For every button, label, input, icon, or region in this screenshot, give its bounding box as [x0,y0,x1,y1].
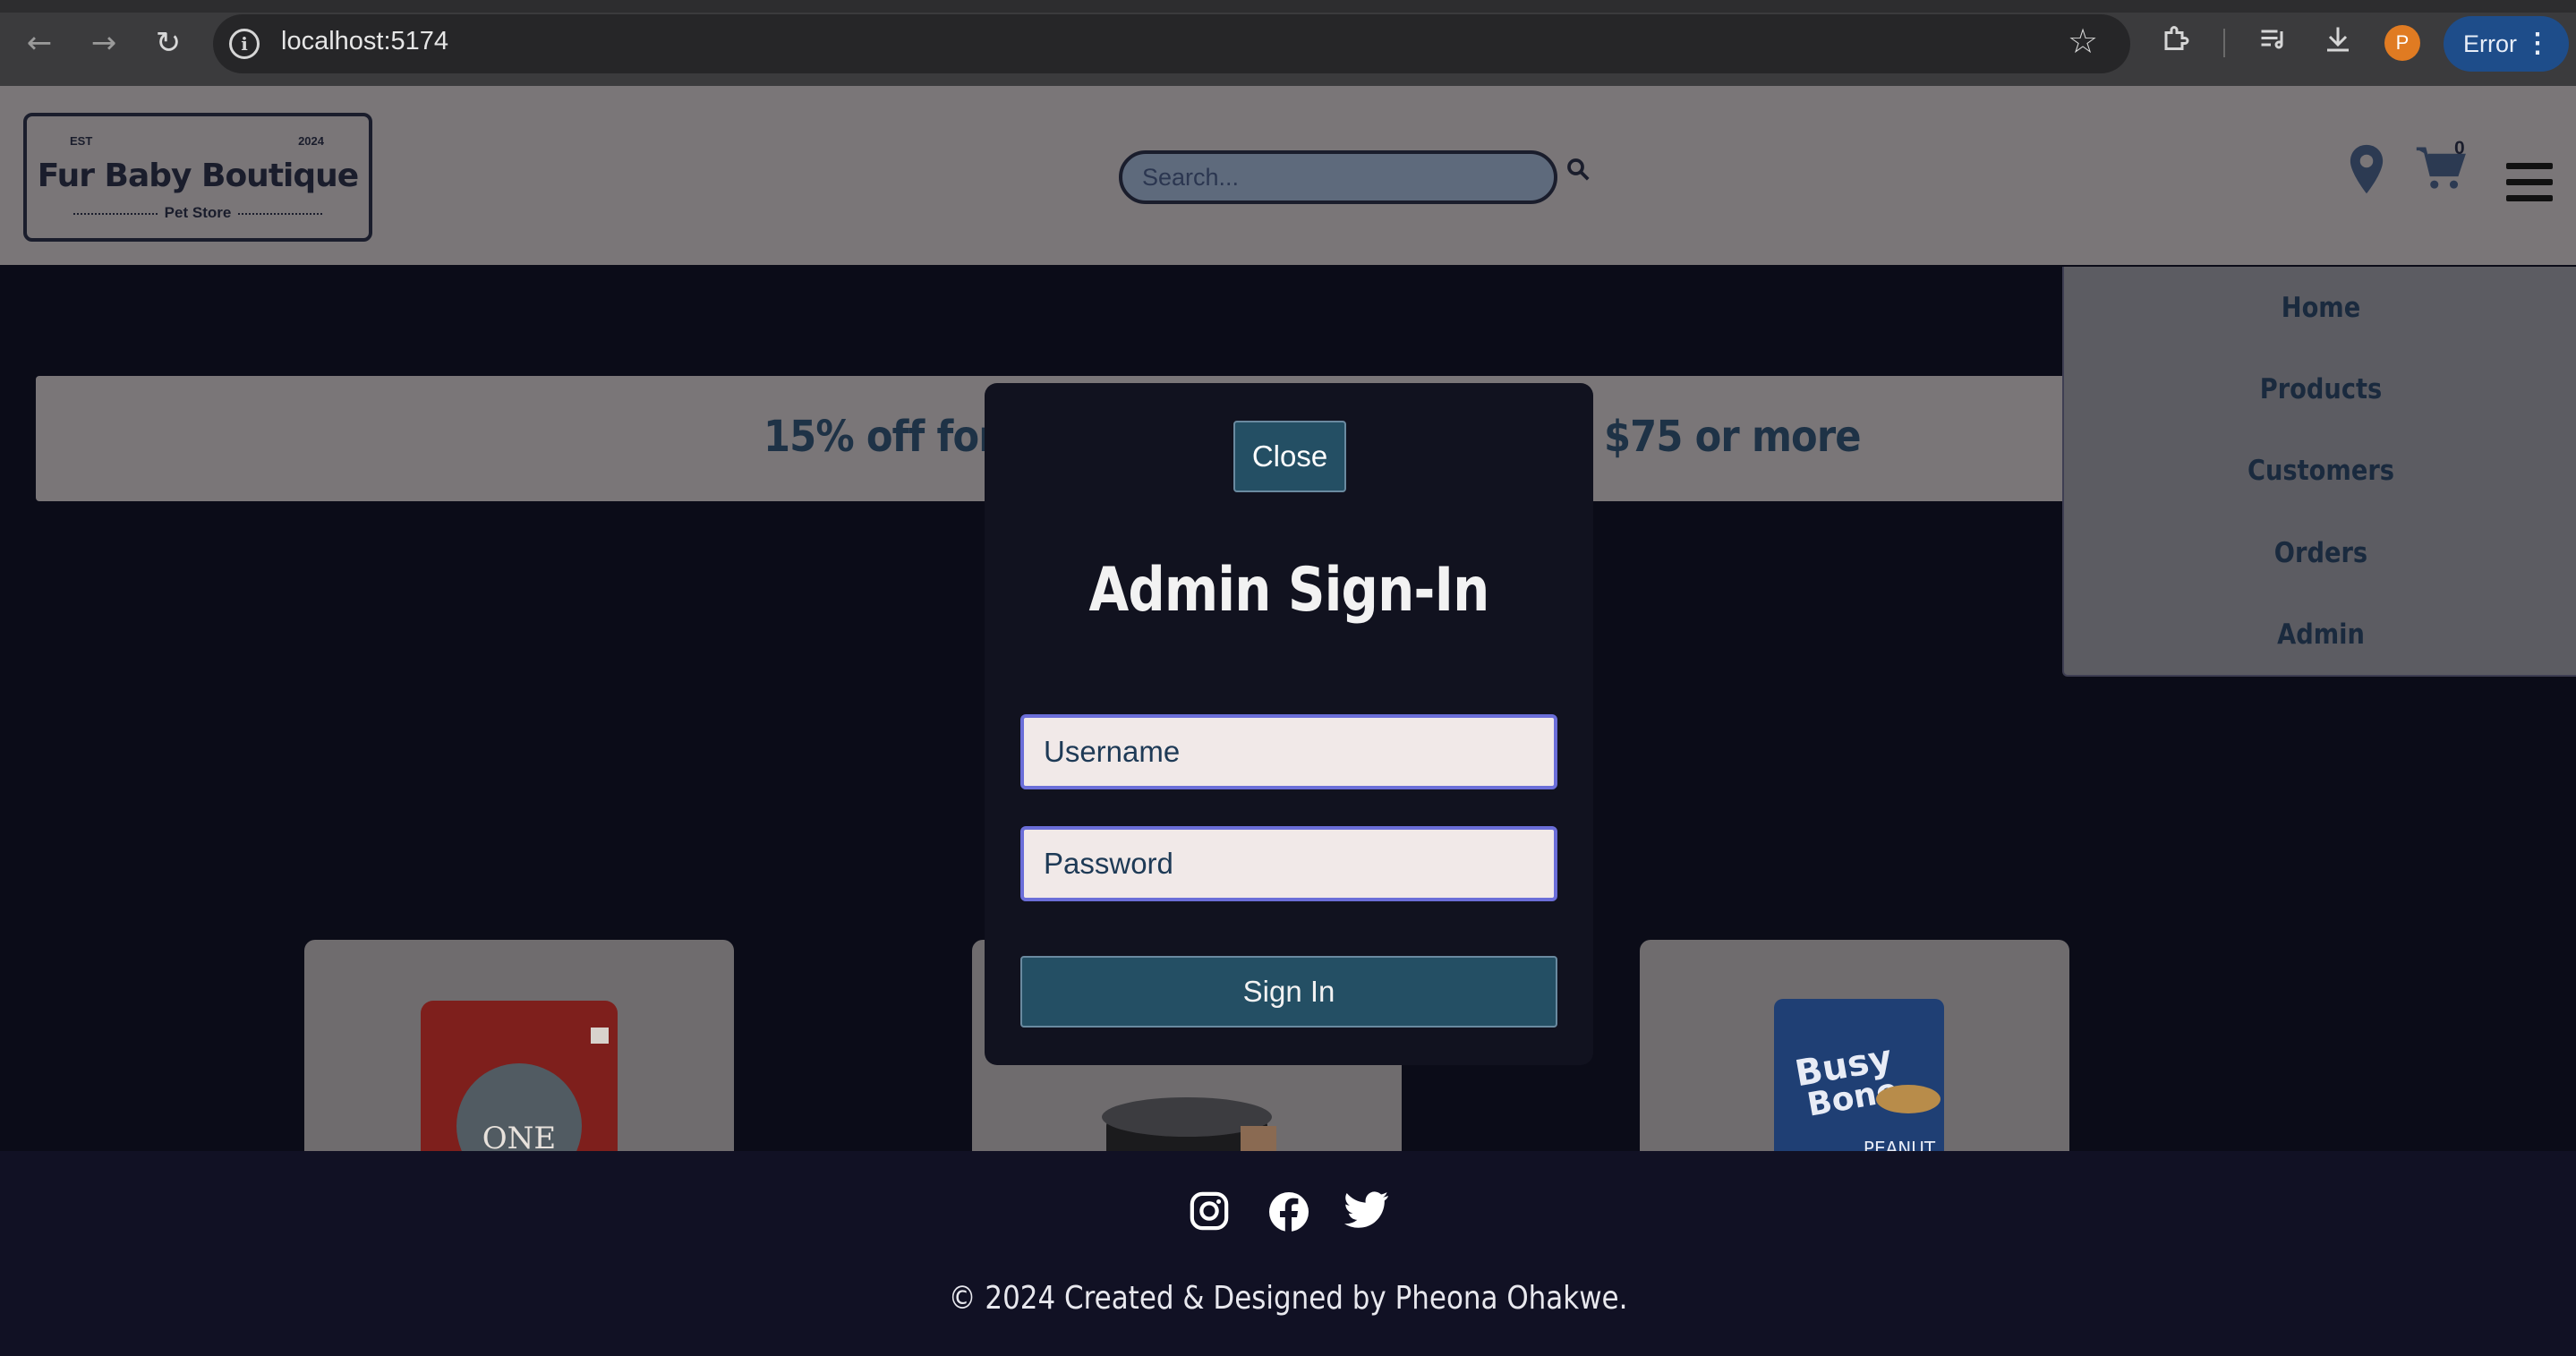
cart-count-badge: 0 [2454,138,2465,158]
password-field[interactable]: Password [1020,826,1557,901]
signin-button[interactable]: Sign In [1020,956,1557,1028]
profile-avatar[interactable]: P [2384,25,2420,61]
hamburger-menu-icon[interactable] [2506,163,2553,211]
modal-title: Admin Sign-In [1088,555,1490,626]
location-pin-icon[interactable] [2347,143,2386,200]
logo-est: EST [70,134,93,148]
bookmark-star-icon[interactable]: ☆ [2068,21,2098,61]
twitter-icon[interactable] [1344,1190,1389,1234]
facebook-icon[interactable] [1267,1190,1310,1238]
menu-item-products[interactable]: Products [2094,373,2546,405]
error-button[interactable]: Error ⋮ [2444,16,2569,72]
instagram-icon[interactable] [1189,1190,1230,1236]
media-playlist-icon[interactable] [2254,23,2293,63]
menu-item-customers[interactable]: Customers [2094,455,2546,487]
reload-icon[interactable]: ↻ [150,25,186,61]
more-menu-icon: ⋮ [2524,29,2551,58]
product-card[interactable]: ONE [304,940,734,1155]
product-image: Busy Bone PEANUT BUTTER [1774,999,1944,1155]
search-input[interactable]: Search... [1119,150,1557,204]
error-label: Error [2463,30,2517,57]
menu-item-orders[interactable]: Orders [2094,537,2546,569]
browser-toolbar: ← → ↻ i localhost:5174 ☆ P Error ⋮ [0,0,2576,86]
logo-sub-text: Pet Store [164,204,232,221]
menu-item-admin[interactable]: Admin [2094,618,2546,651]
forward-icon[interactable]: → [86,25,122,61]
close-button[interactable]: Close [1233,421,1346,492]
extensions-icon[interactable] [2157,23,2196,63]
site-info-icon[interactable]: i [229,29,260,59]
site-logo[interactable]: EST 2024 Fur Baby Boutique Pet Store [23,113,372,242]
product-card[interactable]: Busy Bone PEANUT BUTTER [1640,940,2069,1155]
product-image: ONE [421,1001,618,1155]
logo-name: Fur Baby Boutique [37,158,359,194]
username-field[interactable]: Username [1020,714,1557,789]
address-bar[interactable] [213,14,2130,73]
svg-text:ONE: ONE [482,1121,556,1155]
download-icon[interactable] [2318,23,2358,63]
logo-subtitle: Pet Store [27,204,369,222]
toolbar-separator [2223,29,2225,57]
menu-item-home[interactable]: Home [2094,292,2546,324]
back-icon[interactable]: ← [21,25,57,61]
logo-year: 2024 [298,134,324,148]
site-footer [0,1151,2576,1356]
search-icon[interactable] [1565,156,1591,190]
nav-dropdown-menu: Home Products Customers Orders Admin [2062,267,2576,677]
url-text[interactable]: localhost:5174 [281,27,448,56]
promo-text-right: $75 or more [1604,412,1862,462]
tab-strip [0,0,2576,13]
footer-copyright: © 2024 Created & Designed by Pheona Ohak… [948,1280,1628,1317]
